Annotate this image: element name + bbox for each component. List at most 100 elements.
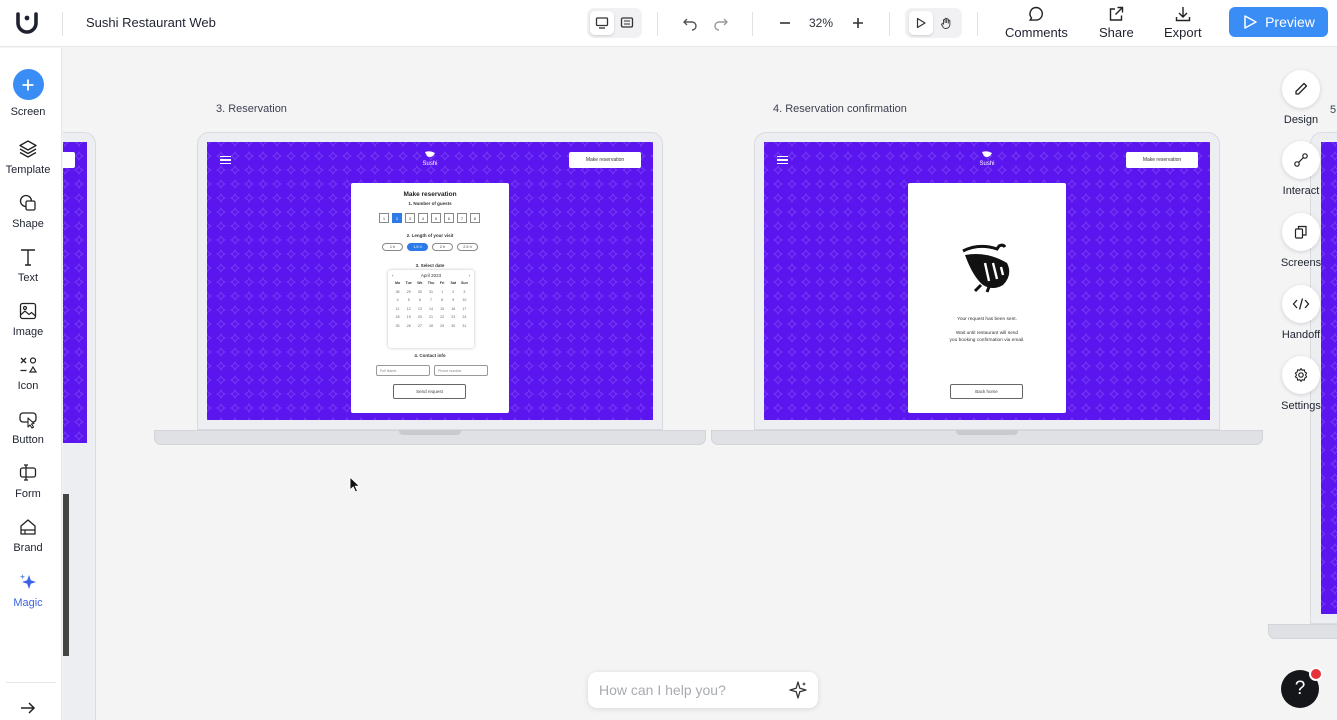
- calendar-month: April 2023: [420, 273, 442, 278]
- tool-magic[interactable]: Magic: [0, 570, 56, 609]
- reservation-screen[interactable]: Sushi Make reservation Make reservation …: [207, 142, 653, 420]
- make-reservation-nav-button[interactable]: Make reservation: [1126, 152, 1198, 168]
- frame-label[interactable]: 3. Reservation: [216, 103, 287, 115]
- guest-option[interactable]: 4: [418, 213, 428, 223]
- calendar-day[interactable]: 14: [425, 307, 436, 311]
- partial-frame-left-screen: [63, 142, 87, 443]
- calendar-day[interactable]: 6: [414, 298, 425, 302]
- export-button[interactable]: Export: [1164, 5, 1202, 40]
- calendar-day[interactable]: 18: [392, 315, 403, 319]
- zoom-level[interactable]: 32%: [806, 16, 836, 30]
- calendar-day[interactable]: 11: [392, 307, 403, 311]
- tool-button[interactable]: Button: [0, 407, 56, 446]
- tool-template[interactable]: Template: [0, 137, 56, 176]
- tool-form[interactable]: Form: [0, 461, 56, 500]
- pointer-mode-button[interactable]: [909, 11, 933, 35]
- sparkle-icon[interactable]: [788, 680, 808, 700]
- guest-option[interactable]: 7: [457, 213, 467, 223]
- guest-option[interactable]: 6: [444, 213, 454, 223]
- calendar-day[interactable]: 29: [403, 290, 414, 294]
- calendar-day[interactable]: 29: [437, 324, 448, 328]
- calendar-day[interactable]: 5: [403, 298, 414, 302]
- project-title[interactable]: Sushi Restaurant Web: [86, 15, 216, 30]
- length-option[interactable]: 2.5 h: [457, 243, 478, 251]
- tool-text[interactable]: Text: [0, 245, 56, 284]
- step-guests-title: 1. Number of guests: [408, 201, 452, 206]
- date-picker[interactable]: ‹ April 2023 › Mo Tue We Thu Fri Sat Sun 28 29 30…: [388, 270, 474, 348]
- calendar-day[interactable]: 20: [414, 315, 425, 319]
- panel-settings[interactable]: Settings: [1268, 356, 1334, 412]
- undo-button[interactable]: [678, 11, 702, 35]
- calendar-day[interactable]: 19: [403, 315, 414, 319]
- calendar-day[interactable]: 27: [414, 324, 425, 328]
- guest-option[interactable]: 1: [379, 213, 389, 223]
- panel-design[interactable]: Design: [1268, 70, 1334, 126]
- prev-month-icon[interactable]: ‹: [392, 273, 394, 278]
- panel-interact[interactable]: Interact: [1268, 141, 1334, 197]
- length-option[interactable]: 2 h: [432, 243, 453, 251]
- calendar-day[interactable]: 25: [392, 324, 403, 328]
- guest-option[interactable]: 8: [470, 213, 480, 223]
- calendar-day[interactable]: 30: [448, 324, 459, 328]
- preview-button[interactable]: Preview: [1229, 7, 1328, 37]
- calendar-day[interactable]: 31: [425, 290, 436, 294]
- canvas-scrollbar[interactable]: [63, 494, 69, 656]
- expand-sidebar-button[interactable]: [18, 698, 38, 720]
- redo-button[interactable]: [709, 11, 733, 35]
- back-home-button[interactable]: Back home: [950, 384, 1023, 399]
- tablet-view-button[interactable]: [615, 11, 639, 35]
- calendar-day[interactable]: 13: [414, 307, 425, 311]
- calendar-day[interactable]: 23: [448, 315, 459, 319]
- app-logo-icon[interactable]: [14, 10, 40, 36]
- calendar-day[interactable]: 15: [437, 307, 448, 311]
- confirmation-screen[interactable]: Sushi Make reservation Your request has …: [764, 142, 1210, 420]
- assistant-input[interactable]: [599, 681, 779, 699]
- calendar-day[interactable]: 30: [414, 290, 425, 294]
- tool-brand[interactable]: Brand: [0, 515, 56, 554]
- calendar-day[interactable]: 10: [459, 298, 470, 302]
- calendar-day[interactable]: 22: [437, 315, 448, 319]
- share-button[interactable]: Share: [1099, 5, 1134, 40]
- calendar-day[interactable]: 2: [448, 290, 459, 294]
- calendar-day[interactable]: 28: [392, 290, 403, 294]
- comments-button[interactable]: Comments: [1005, 5, 1068, 40]
- help-label: ?: [1294, 678, 1306, 699]
- length-option[interactable]: 1 h: [382, 243, 403, 251]
- length-option-selected[interactable]: 1.5 h: [407, 243, 428, 251]
- calendar-day[interactable]: 24: [459, 315, 470, 319]
- tool-icon[interactable]: Icon: [0, 353, 56, 392]
- desktop-view-button[interactable]: [590, 11, 614, 35]
- tool-shape[interactable]: Shape: [0, 191, 56, 230]
- design-canvas[interactable]: 3. Reservation Sushi Make reservation Ma…: [63, 48, 1337, 720]
- calendar-day[interactable]: 9: [448, 298, 459, 302]
- hand-mode-button[interactable]: [934, 11, 958, 35]
- tool-image[interactable]: Image: [0, 299, 56, 338]
- calendar-day[interactable]: 26: [403, 324, 414, 328]
- send-request-button[interactable]: Send request: [393, 384, 466, 399]
- calendar-day[interactable]: 4: [392, 298, 403, 302]
- guest-option-selected[interactable]: 2: [392, 213, 402, 223]
- calendar-day[interactable]: 17: [459, 307, 470, 311]
- tool-screen[interactable]: Screen: [0, 69, 56, 118]
- guest-option[interactable]: 5: [431, 213, 441, 223]
- calendar-day[interactable]: 16: [448, 307, 459, 311]
- calendar-day[interactable]: 21: [425, 315, 436, 319]
- calendar-day[interactable]: 31: [459, 324, 470, 328]
- phone-number-input[interactable]: Phone number: [434, 365, 488, 376]
- guest-option[interactable]: 3: [405, 213, 415, 223]
- calendar-day[interactable]: 12: [403, 307, 414, 311]
- make-reservation-nav-button[interactable]: Make reservation: [569, 152, 641, 168]
- calendar-day[interactable]: 28: [425, 324, 436, 328]
- panel-handoff[interactable]: Handoff: [1268, 285, 1334, 341]
- calendar-day[interactable]: 1: [437, 290, 448, 294]
- zoom-out-button[interactable]: [773, 11, 797, 35]
- full-name-input[interactable]: Full Name: [376, 365, 430, 376]
- calendar-day[interactable]: 3: [459, 290, 470, 294]
- divider: [657, 12, 658, 36]
- zoom-in-button[interactable]: [846, 11, 870, 35]
- frame-label[interactable]: 4. Reservation confirmation: [773, 103, 907, 115]
- next-month-icon[interactable]: ›: [468, 273, 470, 278]
- calendar-day[interactable]: 8: [437, 298, 448, 302]
- panel-screens[interactable]: Screens: [1268, 213, 1334, 269]
- calendar-day[interactable]: 7: [425, 298, 436, 302]
